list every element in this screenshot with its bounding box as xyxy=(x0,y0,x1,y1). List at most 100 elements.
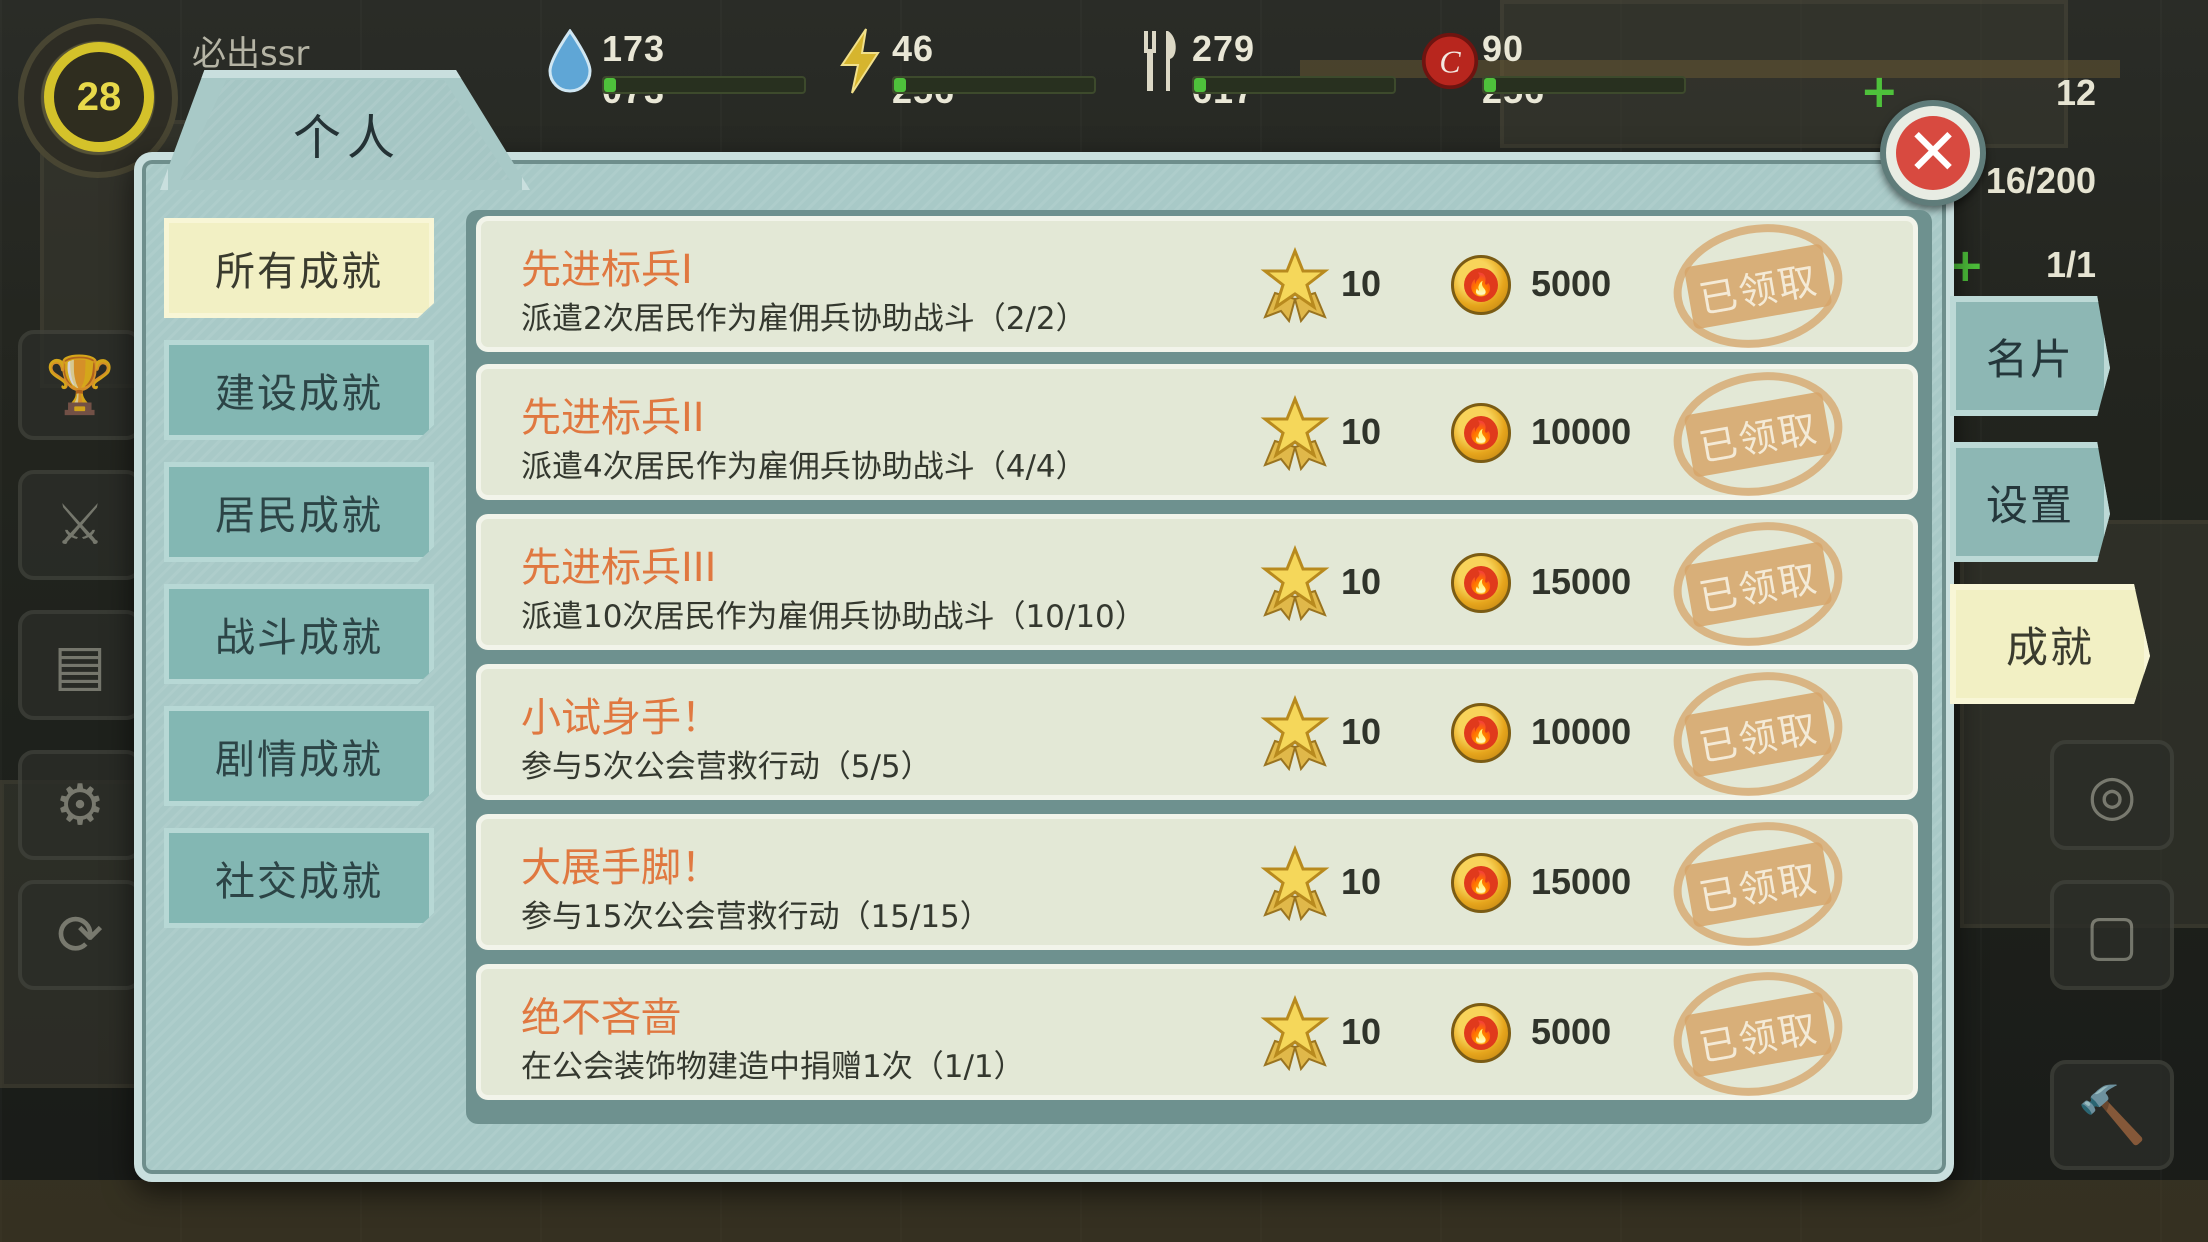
player-name: 必出ssr xyxy=(192,34,310,74)
achievement-row: 先进标兵II 派遣4次居民作为雇佣兵协助战斗（4/4） 10 🔥 10000 已… xyxy=(476,359,1918,509)
tools-count: 1/1 xyxy=(2045,244,2096,285)
caps-value: 90 256 xyxy=(1482,28,1544,111)
category-label: 居民成就 xyxy=(215,493,383,539)
achievement-points: 10 xyxy=(1341,263,1382,304)
category-dwellers[interactable]: 居民成就 xyxy=(164,462,434,562)
achievement-points: 10 xyxy=(1341,561,1382,602)
achievement-desc: 参与15次公会营救行动（15/15） xyxy=(521,899,991,935)
achievement-points: 10 xyxy=(1341,411,1382,452)
category-label: 建设成就 xyxy=(215,371,383,417)
category-social[interactable]: 社交成就 xyxy=(164,828,434,928)
caps-bar xyxy=(1482,76,1686,94)
hammer-icon[interactable]: 🔨 xyxy=(2050,1060,2174,1170)
coin-icon: 🔥 xyxy=(1451,1003,1511,1063)
coin-icon: 🔥 xyxy=(1451,403,1511,463)
category-combat[interactable]: 战斗成就 xyxy=(164,584,434,684)
category-story[interactable]: 剧情成就 xyxy=(164,706,434,806)
star-medal-icon xyxy=(1260,695,1330,771)
close-button[interactable]: ✕ xyxy=(1880,100,1986,206)
coin-icon: 🔥 xyxy=(1451,853,1511,913)
achievement-desc: 派遣4次居民作为雇佣兵协助战斗（4/4） xyxy=(521,449,1087,485)
coin-icon: 🔥 xyxy=(1451,255,1511,315)
power-value: 46 256 xyxy=(892,28,954,111)
coin-icon: 🔥 xyxy=(1451,703,1511,763)
achievement-title: 小试身手！ xyxy=(521,695,721,741)
claimed-stamp: 已领取 xyxy=(1663,809,1853,959)
food-value: 279 617 xyxy=(1192,28,1256,111)
box-icon[interactable]: ▢ xyxy=(2050,880,2174,990)
claimed-stamp: 已领取 xyxy=(1663,359,1853,509)
category-label: 剧情成就 xyxy=(215,737,383,783)
claimed-label: 已领取 xyxy=(1683,390,1833,478)
achievement-points: 10 xyxy=(1341,711,1382,752)
dweller-settings-icon[interactable]: ⚙ xyxy=(18,750,142,860)
claimed-stamp: 已领取 xyxy=(1663,509,1853,659)
tab-label: 成就 xyxy=(2005,622,2094,672)
water-value: 173 073 xyxy=(602,28,666,111)
bottle-cap-icon: C xyxy=(1420,26,1480,96)
achievement-coins: 10000 xyxy=(1531,411,1632,452)
achievement-row: 先进标兵III 派遣10次居民作为雇佣兵协助战斗（10/10） 10 🔥 150… xyxy=(476,509,1918,659)
storage-icon[interactable]: ◎ xyxy=(2050,740,2174,850)
achievement-coins: 15000 xyxy=(1531,861,1632,902)
achievement-title: 绝不吝啬 xyxy=(521,995,681,1041)
achievement-row: 绝不吝啬 在公会装饰物建造中捐赠1次（1/1） 10 🔥 5000 已领取 xyxy=(476,959,1918,1109)
tab-settings[interactable]: 设置 xyxy=(1950,442,2110,562)
nuka-count: 12 xyxy=(2055,72,2096,113)
level-badge[interactable]: 28 xyxy=(44,42,154,152)
svg-text:C: C xyxy=(1439,44,1461,79)
category-all[interactable]: 所有成就 xyxy=(164,218,434,318)
water-bar xyxy=(602,76,806,94)
category-label: 社交成就 xyxy=(215,859,383,905)
achievement-row: 大展手脚！ 参与15次公会营救行动（15/15） 10 🔥 15000 已领取 xyxy=(476,809,1918,959)
achievement-desc: 派遣10次居民作为雇佣兵协助战斗（10/10） xyxy=(521,599,1146,635)
refresh-icon[interactable]: ⟳ xyxy=(18,880,142,990)
achievement-coins: 5000 xyxy=(1531,1011,1612,1052)
lightning-icon xyxy=(830,26,890,96)
tab-achievements[interactable]: 成就 xyxy=(1950,584,2150,704)
claimed-label: 已领取 xyxy=(1683,990,1833,1078)
weapon-icon[interactable]: ⚔ xyxy=(18,470,142,580)
star-medal-icon xyxy=(1260,545,1330,621)
star-medal-icon xyxy=(1260,247,1330,323)
achievement-title: 先进标兵II xyxy=(521,395,705,441)
water-drop-icon xyxy=(540,26,600,96)
achievement-title: 大展手脚！ xyxy=(521,845,721,891)
claimed-stamp: 已领取 xyxy=(1663,659,1853,809)
tab-label: 名片 xyxy=(1985,334,2074,384)
stimpak-count: 16/200 xyxy=(1985,160,2096,201)
claimed-label: 已领取 xyxy=(1683,242,1833,330)
power-bar xyxy=(892,76,1096,94)
achievement-title: 先进标兵III xyxy=(521,545,717,591)
star-medal-icon xyxy=(1260,995,1330,1071)
dialog-title: 个人 xyxy=(292,110,401,166)
achievement-desc: 参与5次公会营救行动（5/5） xyxy=(521,749,932,785)
radio-icon[interactable]: ▤ xyxy=(18,610,142,720)
claimed-label: 已领取 xyxy=(1683,540,1833,628)
achievement-desc: 派遣2次居民作为雇佣兵协助战斗（2/2） xyxy=(521,301,1087,337)
trophy-icon[interactable]: 🏆 xyxy=(18,330,142,440)
claimed-stamp: 已领取 xyxy=(1663,211,1853,361)
claimed-label: 已领取 xyxy=(1683,840,1833,928)
tab-profile-card[interactable]: 名片 xyxy=(1950,296,2110,416)
level-number: 28 xyxy=(76,74,122,119)
close-icon: ✕ xyxy=(1896,116,1970,190)
achievement-row: 小试身手！ 参与5次公会营救行动（5/5） 10 🔥 10000 已领取 xyxy=(476,659,1918,809)
achievement-coins: 10000 xyxy=(1531,711,1632,752)
achievement-points: 10 xyxy=(1341,1011,1382,1052)
add-plus-icon[interactable]: + xyxy=(1860,64,1899,118)
achievement-coins: 5000 xyxy=(1531,263,1612,304)
food-bar xyxy=(1192,76,1396,94)
achievement-row: 先进标兵I 派遣2次居民作为雇佣兵协助战斗（2/2） 10 🔥 5000 已领取 xyxy=(476,211,1918,361)
claimed-stamp: 已领取 xyxy=(1663,959,1853,1109)
fork-knife-icon xyxy=(1130,26,1190,96)
tab-label: 设置 xyxy=(1985,480,2074,530)
achievement-coins: 15000 xyxy=(1531,561,1632,602)
category-label: 战斗成就 xyxy=(215,615,383,661)
star-medal-icon xyxy=(1260,395,1330,471)
achievement-desc: 在公会装饰物建造中捐赠1次（1/1） xyxy=(521,1049,1025,1085)
star-medal-icon xyxy=(1260,845,1330,921)
achievement-points: 10 xyxy=(1341,861,1382,902)
coin-icon: 🔥 xyxy=(1451,553,1511,613)
category-building[interactable]: 建设成就 xyxy=(164,340,434,440)
